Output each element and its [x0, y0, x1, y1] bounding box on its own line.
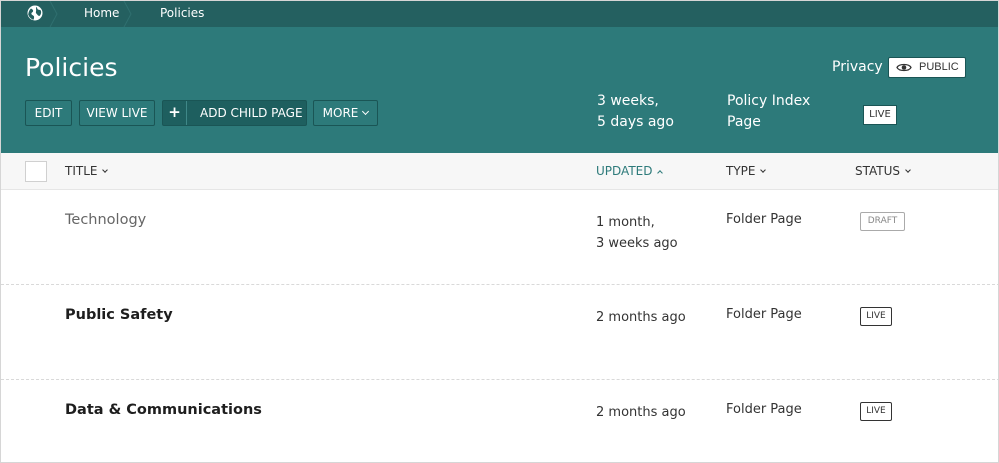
row-updated-line: 2 months ago [596, 310, 686, 325]
page-updated: 3 weeks, 5 days ago [597, 91, 674, 133]
chevron-down-icon [760, 167, 767, 173]
chevron-down-icon [362, 107, 370, 116]
column-status-label: STATUS [855, 164, 901, 178]
column-type-label: TYPE [726, 164, 756, 178]
status-badge: DRAFT [860, 212, 905, 231]
page-status-badge: LIVE [863, 105, 897, 125]
row-updated: 1 month, 3 weeks ago [596, 212, 678, 254]
chevron-up-icon [657, 170, 664, 176]
add-child-page-label: ADD CHILD PAGE [200, 106, 303, 120]
column-title[interactable]: TITLE [65, 164, 109, 178]
chevron-down-icon [905, 167, 911, 173]
page-header: Policies EDIT VIEW LIVE + ADD CHILD PAGE… [1, 27, 998, 153]
table-row[interactable]: Technology 1 month, 3 weeks ago Folder P… [1, 190, 998, 285]
table-row[interactable]: Public Safety 2 months ago Folder Page L… [1, 285, 998, 380]
page-updated-line: 3 weeks, [597, 93, 659, 109]
column-status[interactable]: STATUS [855, 164, 911, 178]
globe-icon[interactable] [27, 5, 43, 21]
row-title[interactable]: Data & Communications [65, 402, 262, 418]
edit-button[interactable]: EDIT [25, 100, 72, 126]
column-updated[interactable]: UPDATED [596, 164, 664, 178]
row-updated-line: 3 weeks ago [596, 236, 678, 251]
chevron-down-icon [102, 167, 109, 173]
page-type-line: Page [727, 114, 761, 130]
page-type: Policy Index Page [727, 91, 810, 133]
status-badge: LIVE [860, 402, 892, 421]
row-type: Folder Page [726, 307, 802, 322]
listing-header: TITLE UPDATED TYPE STATUS [1, 153, 998, 190]
page-explorer: Home Policies Policies EDIT VIEW LIVE + … [0, 0, 999, 463]
page-type-line: Policy Index [727, 93, 811, 109]
row-type: Folder Page [726, 212, 802, 227]
column-updated-label: UPDATED [596, 164, 653, 178]
page-updated-line: 5 days ago [597, 114, 674, 130]
row-updated: 2 months ago [596, 402, 686, 423]
breadcrumb: Home Policies [1, 1, 998, 27]
table-row[interactable]: Data & Communications 2 months ago Folde… [1, 380, 998, 462]
row-updated-line: 2 months ago [596, 405, 686, 420]
more-button[interactable]: MORE [313, 100, 378, 126]
breadcrumb-separator-icon [49, 1, 58, 27]
more-label: MORE [322, 106, 359, 120]
plus-icon: + [163, 101, 187, 125]
privacy-label: Privacy [832, 59, 883, 75]
add-child-page-button[interactable]: + ADD CHILD PAGE [162, 100, 307, 126]
select-all-checkbox[interactable] [25, 161, 47, 182]
page-title: Policies [25, 53, 118, 82]
row-updated: 2 months ago [596, 307, 686, 328]
breadcrumb-home[interactable]: Home [84, 6, 119, 20]
row-updated-line: 1 month, [596, 215, 655, 230]
row-title[interactable]: Technology [65, 212, 146, 228]
column-title-label: TITLE [65, 164, 98, 178]
row-title[interactable]: Public Safety [65, 307, 173, 323]
row-type: Folder Page [726, 402, 802, 417]
privacy-value: PUBLIC [919, 61, 959, 73]
status-badge: LIVE [860, 307, 892, 326]
view-live-button[interactable]: VIEW LIVE [79, 100, 155, 126]
privacy-button[interactable]: PUBLIC [888, 57, 966, 78]
eye-icon [896, 63, 912, 72]
breadcrumb-separator-icon [123, 1, 132, 27]
column-type[interactable]: TYPE [726, 164, 767, 178]
breadcrumb-policies[interactable]: Policies [160, 6, 204, 20]
